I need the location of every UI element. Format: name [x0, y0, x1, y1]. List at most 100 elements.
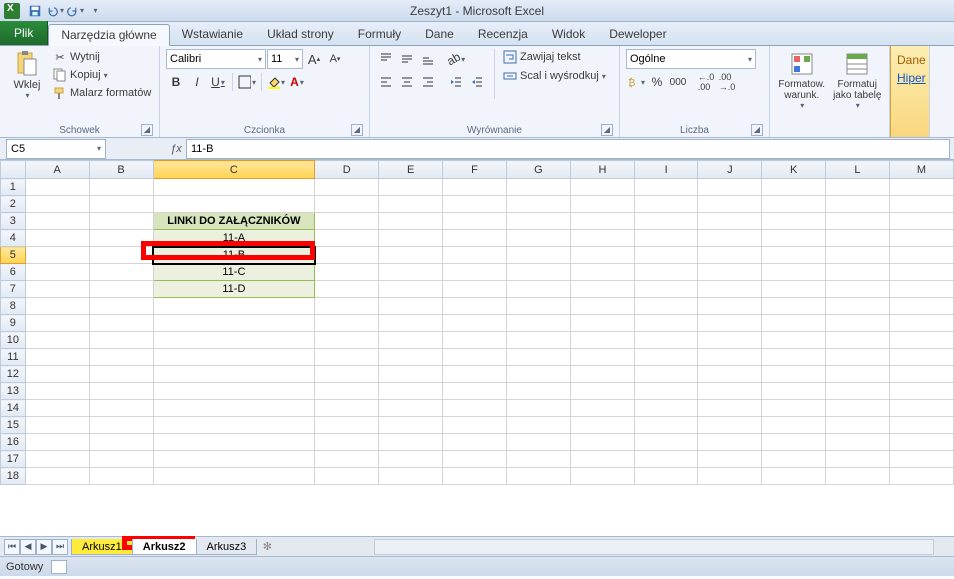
- cell-M14[interactable]: [889, 400, 953, 417]
- cell-L17[interactable]: [826, 451, 890, 468]
- cell-M1[interactable]: [889, 179, 953, 196]
- cell-D8[interactable]: [315, 298, 379, 315]
- undo-button[interactable]: ▾: [46, 2, 64, 20]
- cell-G14[interactable]: [506, 400, 570, 417]
- cell-M10[interactable]: [889, 332, 953, 349]
- row-header-11[interactable]: 11: [1, 349, 26, 366]
- cell-L6[interactable]: [826, 264, 890, 281]
- cell-J17[interactable]: [698, 451, 762, 468]
- cell-D15[interactable]: [315, 417, 379, 434]
- tab-page-layout[interactable]: Układ strony: [255, 23, 346, 45]
- cell-H12[interactable]: [570, 366, 634, 383]
- cell-L5[interactable]: [826, 247, 890, 264]
- sheet-tab-Arkusz2[interactable]: Arkusz2: [132, 539, 197, 555]
- cell-G5[interactable]: [506, 247, 570, 264]
- cell-H9[interactable]: [570, 315, 634, 332]
- cell-L15[interactable]: [826, 417, 890, 434]
- cell-J8[interactable]: [698, 298, 762, 315]
- cell-E8[interactable]: [379, 298, 443, 315]
- cell-A18[interactable]: [25, 468, 89, 485]
- align-center-button[interactable]: [397, 72, 417, 92]
- cell-L14[interactable]: [826, 400, 890, 417]
- cell-I7[interactable]: [634, 281, 698, 298]
- cell-M5[interactable]: [889, 247, 953, 264]
- cell-M17[interactable]: [889, 451, 953, 468]
- cut-button[interactable]: ✂Wytnij: [52, 49, 151, 65]
- cell-H7[interactable]: [570, 281, 634, 298]
- cell-C17[interactable]: [153, 451, 315, 468]
- cell-H17[interactable]: [570, 451, 634, 468]
- cell-I10[interactable]: [634, 332, 698, 349]
- grow-font-button[interactable]: A▴: [304, 49, 324, 69]
- cell-B8[interactable]: [89, 298, 153, 315]
- cell-E6[interactable]: [379, 264, 443, 281]
- underline-button[interactable]: U▾: [208, 72, 228, 92]
- cell-L3[interactable]: [826, 213, 890, 230]
- cell-B12[interactable]: [89, 366, 153, 383]
- font-name-combo[interactable]: Calibri▾: [166, 49, 266, 69]
- cell-D18[interactable]: [315, 468, 379, 485]
- alignment-launcher[interactable]: ◢: [601, 124, 613, 136]
- tab-home[interactable]: Narzędzia główne: [48, 24, 169, 46]
- cell-M12[interactable]: [889, 366, 953, 383]
- cell-D7[interactable]: [315, 281, 379, 298]
- cell-G3[interactable]: [506, 213, 570, 230]
- font-size-combo[interactable]: 11▾: [267, 49, 303, 69]
- cell-M13[interactable]: [889, 383, 953, 400]
- comma-button[interactable]: 000: [668, 72, 688, 92]
- cell-K1[interactable]: [762, 179, 826, 196]
- cell-C5[interactable]: 11-B: [153, 247, 315, 264]
- cell-E7[interactable]: [379, 281, 443, 298]
- cell-M16[interactable]: [889, 434, 953, 451]
- row-header-2[interactable]: 2: [1, 196, 26, 213]
- save-button[interactable]: [26, 2, 44, 20]
- cell-G8[interactable]: [506, 298, 570, 315]
- cell-L13[interactable]: [826, 383, 890, 400]
- cell-F13[interactable]: [443, 383, 507, 400]
- cell-K4[interactable]: [762, 230, 826, 247]
- cell-E1[interactable]: [379, 179, 443, 196]
- cell-A6[interactable]: [25, 264, 89, 281]
- cell-D13[interactable]: [315, 383, 379, 400]
- cell-J12[interactable]: [698, 366, 762, 383]
- percent-button[interactable]: %: [647, 72, 667, 92]
- cell-D16[interactable]: [315, 434, 379, 451]
- cell-I2[interactable]: [634, 196, 698, 213]
- wrap-text-button[interactable]: Zawijaj tekst: [502, 49, 606, 65]
- cell-C15[interactable]: [153, 417, 315, 434]
- cell-F12[interactable]: [443, 366, 507, 383]
- cell-C8[interactable]: [153, 298, 315, 315]
- cell-J6[interactable]: [698, 264, 762, 281]
- cell-E16[interactable]: [379, 434, 443, 451]
- cell-G13[interactable]: [506, 383, 570, 400]
- cell-K2[interactable]: [762, 196, 826, 213]
- cell-H2[interactable]: [570, 196, 634, 213]
- align-top-button[interactable]: [376, 49, 396, 69]
- file-tab[interactable]: Plik: [0, 21, 48, 45]
- select-all-corner[interactable]: [1, 161, 26, 179]
- cell-G9[interactable]: [506, 315, 570, 332]
- cell-H4[interactable]: [570, 230, 634, 247]
- cell-F1[interactable]: [443, 179, 507, 196]
- row-header-18[interactable]: 18: [1, 468, 26, 485]
- number-launcher[interactable]: ◢: [751, 124, 763, 136]
- col-header-G[interactable]: G: [506, 161, 570, 179]
- cell-J18[interactable]: [698, 468, 762, 485]
- cell-I13[interactable]: [634, 383, 698, 400]
- cell-A7[interactable]: [25, 281, 89, 298]
- cell-H10[interactable]: [570, 332, 634, 349]
- cell-D2[interactable]: [315, 196, 379, 213]
- cell-D1[interactable]: [315, 179, 379, 196]
- cell-J1[interactable]: [698, 179, 762, 196]
- cell-M4[interactable]: [889, 230, 953, 247]
- cell-F15[interactable]: [443, 417, 507, 434]
- cell-I12[interactable]: [634, 366, 698, 383]
- merge-center-button[interactable]: Scal i wyśrodkuj▾: [502, 68, 606, 84]
- col-header-B[interactable]: B: [89, 161, 153, 179]
- cell-E11[interactable]: [379, 349, 443, 366]
- cell-G1[interactable]: [506, 179, 570, 196]
- cell-K16[interactable]: [762, 434, 826, 451]
- font-launcher[interactable]: ◢: [351, 124, 363, 136]
- cell-I4[interactable]: [634, 230, 698, 247]
- sheet-tab-Arkusz1[interactable]: Arkusz1: [71, 539, 133, 555]
